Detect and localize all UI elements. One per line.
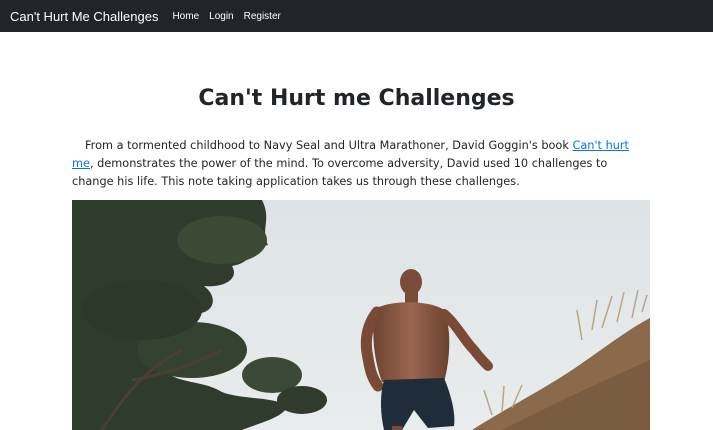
- intro-text-end: , demonstrates the power of the mind. To…: [72, 157, 608, 188]
- brand-link[interactable]: Can't Hurt Me Challenges: [10, 9, 158, 24]
- hero-image: [72, 200, 650, 430]
- top-navbar: Can't Hurt Me Challenges Home Login Regi…: [0, 0, 713, 32]
- nav-links: Home Login Register: [172, 11, 290, 22]
- nav-home-link[interactable]: Home: [172, 11, 199, 22]
- nav-login-link[interactable]: Login: [209, 11, 233, 22]
- page-title: Can't Hurt me Challenges: [198, 86, 515, 111]
- intro-text-start: From a tormented childhood to Navy Seal …: [85, 139, 573, 152]
- nav-register-link[interactable]: Register: [244, 11, 281, 22]
- runner-photo: [72, 200, 650, 430]
- intro-paragraph: From a tormented childhood to Navy Seal …: [72, 137, 650, 191]
